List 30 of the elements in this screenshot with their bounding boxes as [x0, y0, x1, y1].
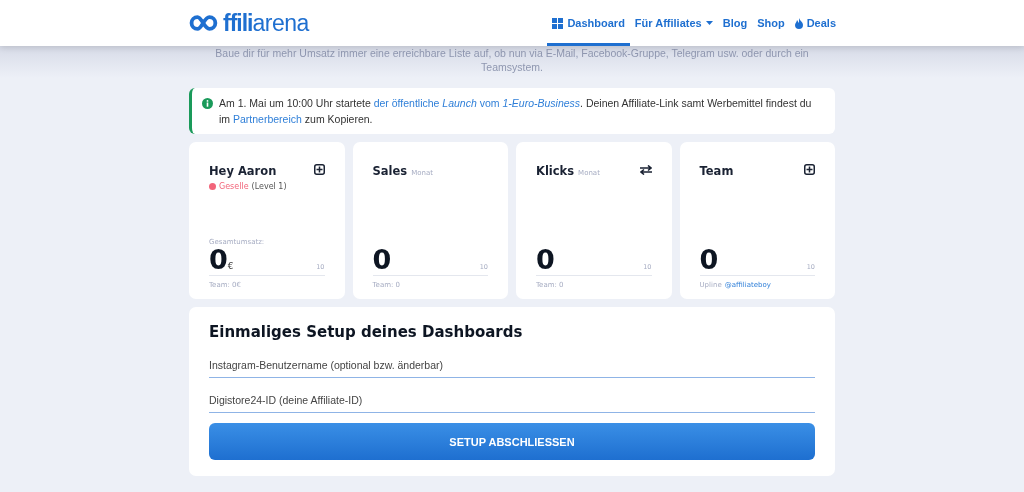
rank-name: Geselle [219, 182, 249, 191]
setup-button[interactable]: SETUP ABSCHLIESSEN [209, 423, 815, 460]
card-title: Team [699, 164, 734, 178]
logo-text: ffili [223, 9, 253, 37]
nav-link[interactable]: Shop [752, 0, 790, 46]
info-icon [202, 98, 213, 109]
stat-value: 0 [372, 246, 392, 273]
card-title: Klicks [536, 164, 575, 178]
logo-text: arena [252, 9, 309, 37]
nav-link[interactable]: Für Affiliates [629, 0, 718, 46]
card-title: Sales [372, 164, 408, 178]
flame-icon [794, 17, 803, 29]
plus-square-icon[interactable] [804, 164, 815, 175]
card-title: Hey Aaron [209, 164, 277, 178]
nav-link[interactable]: Blog [717, 0, 753, 46]
nav-link[interactable]: Deals [789, 0, 841, 46]
swap-arrows-icon[interactable] [639, 164, 652, 175]
plus-square-icon[interactable] [313, 164, 325, 175]
notice-link[interactable]: Partnerbereich [233, 113, 302, 125]
stat-value: 0 [536, 246, 555, 273]
quote-text: Baue dir für mehr Umsatz immer eine erreichbare Liste auf, ob nun via E-Mail, Facebook-Gruppe, Telegram usw. oder durch ein [214, 46, 810, 60]
notice-text: Am 1. Mai um 10:00 Uhr startete der öffentliche Launch vom 1-Euro-Business. Deinen Affiliate-Link samt Werbemittel findest du im Partnerbereich zum Kopieren. [219, 96, 813, 127]
rank-level: (Level 1) [251, 182, 287, 191]
stat-value: 0 [209, 246, 228, 273]
currency-unit: € [227, 262, 234, 271]
caret-icon [705, 21, 713, 25]
setup-title: Einmaliges Setup deines Dashboards [209, 323, 524, 341]
grid-icon [552, 17, 564, 29]
stat-value: 0 [699, 246, 719, 273]
quote-text: Teamsystem. [480, 60, 544, 74]
